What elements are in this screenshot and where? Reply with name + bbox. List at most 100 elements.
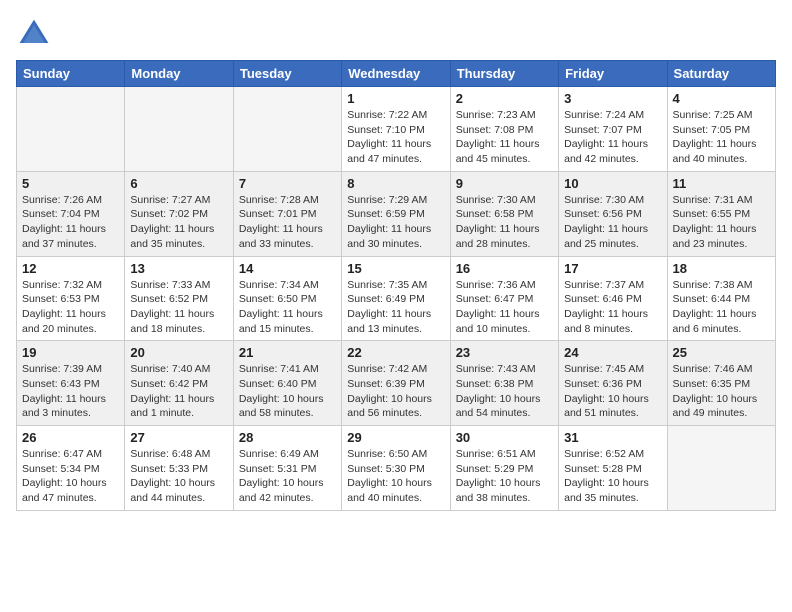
- table-row: 7 Sunrise: 7:28 AM Sunset: 7:01 PM Daylig…: [233, 171, 341, 256]
- table-row: 22Sunrise: 7:42 AM Sunset: 6:39 PM Dayli…: [342, 341, 450, 426]
- table-row: [233, 87, 341, 172]
- day-number: 26: [22, 430, 119, 445]
- day-info: Sunrise: 7:24 AM Sunset: 7:07 PM Dayligh…: [564, 108, 661, 167]
- day-number: 12: [22, 261, 119, 276]
- table-row: [667, 426, 775, 511]
- page-header: [16, 16, 776, 52]
- table-row: 17 Sunrise: 7:37 AM Sunset: 6:46 PM Dayli…: [559, 256, 667, 341]
- day-number: 24: [564, 345, 661, 360]
- day-info: Sunrise: 7:30 AM Sunset: 6:56 PM Dayligh…: [564, 193, 661, 252]
- table-row: 20 Sunrise: 7:40 AM Sunset: 6:42 PM Dayli…: [125, 341, 233, 426]
- day-info: Sunrise: 6:51 AM Sunset: 5:29 PM Dayligh…: [456, 447, 553, 506]
- day-info: Sunrise: 6:50 AM Sunset: 5:30 PM Dayligh…: [347, 447, 444, 506]
- calendar-week-4: 19 Sunrise: 7:39 AM Sunset: 6:43 PM Dayli…: [17, 341, 776, 426]
- table-row: 12Sunrise: 7:32 AM Sunset: 6:53 PM Dayli…: [17, 256, 125, 341]
- day-number: 19: [22, 345, 119, 360]
- day-number: 2: [456, 91, 553, 106]
- day-info: Sunrise: 7:28 AM Sunset: 7:01 PM Dayligh…: [239, 193, 336, 252]
- day-number: 30: [456, 430, 553, 445]
- table-row: 10 Sunrise: 7:30 AM Sunset: 6:56 PM Dayli…: [559, 171, 667, 256]
- table-row: 25 Sunrise: 7:46 AM Sunset: 6:35 PM Dayli…: [667, 341, 775, 426]
- day-number: 17: [564, 261, 661, 276]
- day-info: Sunrise: 7:23 AM Sunset: 7:08 PM Dayligh…: [456, 108, 553, 167]
- table-row: 6 Sunrise: 7:27 AM Sunset: 7:02 PM Daylig…: [125, 171, 233, 256]
- table-row: 11Sunrise: 7:31 AM Sunset: 6:55 PM Dayli…: [667, 171, 775, 256]
- day-number: 22: [347, 345, 444, 360]
- table-row: 24 Sunrise: 7:45 AM Sunset: 6:36 PM Dayli…: [559, 341, 667, 426]
- day-info: Sunrise: 6:47 AM Sunset: 5:34 PM Dayligh…: [22, 447, 119, 506]
- day-info: Sunrise: 6:49 AM Sunset: 5:31 PM Dayligh…: [239, 447, 336, 506]
- day-info: Sunrise: 7:36 AM Sunset: 6:47 PM Dayligh…: [456, 278, 553, 337]
- table-row: 4 Sunrise: 7:25 AM Sunset: 7:05 PM Daylig…: [667, 87, 775, 172]
- day-info: Sunrise: 7:45 AM Sunset: 6:36 PM Dayligh…: [564, 362, 661, 421]
- table-row: 30 Sunrise: 6:51 AM Sunset: 5:29 PM Dayli…: [450, 426, 558, 511]
- calendar-week-2: 5Sunrise: 7:26 AM Sunset: 7:04 PM Daylig…: [17, 171, 776, 256]
- day-info: Sunrise: 7:38 AM Sunset: 6:44 PM Dayligh…: [673, 278, 770, 337]
- day-number: 9: [456, 176, 553, 191]
- day-number: 3: [564, 91, 661, 106]
- table-row: 15 Sunrise: 7:35 AM Sunset: 6:49 PM Dayli…: [342, 256, 450, 341]
- logo: [16, 16, 56, 52]
- table-row: [125, 87, 233, 172]
- day-number: 6: [130, 176, 227, 191]
- calendar-header-row: SundayMondayTuesdayWednesdayThursdayFrid…: [17, 61, 776, 87]
- table-row: 27Sunrise: 6:48 AM Sunset: 5:33 PM Dayli…: [125, 426, 233, 511]
- day-info: Sunrise: 7:46 AM Sunset: 6:35 PM Dayligh…: [673, 362, 770, 421]
- table-row: 28 Sunrise: 6:49 AM Sunset: 5:31 PM Dayli…: [233, 426, 341, 511]
- header-day-wednesday: Wednesday: [342, 61, 450, 87]
- calendar-week-5: 26 Sunrise: 6:47 AM Sunset: 5:34 PM Dayli…: [17, 426, 776, 511]
- table-row: 14Sunrise: 7:34 AM Sunset: 6:50 PM Dayli…: [233, 256, 341, 341]
- day-number: 18: [673, 261, 770, 276]
- day-number: 31: [564, 430, 661, 445]
- table-row: 23 Sunrise: 7:43 AM Sunset: 6:38 PM Dayli…: [450, 341, 558, 426]
- table-row: 8 Sunrise: 7:29 AM Sunset: 6:59 PM Daylig…: [342, 171, 450, 256]
- logo-icon: [16, 16, 52, 52]
- day-number: 14: [239, 261, 336, 276]
- day-info: Sunrise: 7:40 AM Sunset: 6:42 PM Dayligh…: [130, 362, 227, 421]
- day-number: 23: [456, 345, 553, 360]
- day-number: 28: [239, 430, 336, 445]
- table-row: 2 Sunrise: 7:23 AM Sunset: 7:08 PM Daylig…: [450, 87, 558, 172]
- day-info: Sunrise: 7:35 AM Sunset: 6:49 PM Dayligh…: [347, 278, 444, 337]
- day-info: Sunrise: 7:26 AM Sunset: 7:04 PM Dayligh…: [22, 193, 119, 252]
- header-day-tuesday: Tuesday: [233, 61, 341, 87]
- day-number: 8: [347, 176, 444, 191]
- calendar-table: SundayMondayTuesdayWednesdayThursdayFrid…: [16, 60, 776, 511]
- day-number: 16: [456, 261, 553, 276]
- day-number: 25: [673, 345, 770, 360]
- day-number: 13: [130, 261, 227, 276]
- table-row: 19 Sunrise: 7:39 AM Sunset: 6:43 PM Dayli…: [17, 341, 125, 426]
- day-info: Sunrise: 7:27 AM Sunset: 7:02 PM Dayligh…: [130, 193, 227, 252]
- day-number: 7: [239, 176, 336, 191]
- table-row: 31Sunrise: 6:52 AM Sunset: 5:28 PM Dayli…: [559, 426, 667, 511]
- header-day-saturday: Saturday: [667, 61, 775, 87]
- table-row: 5Sunrise: 7:26 AM Sunset: 7:04 PM Daylig…: [17, 171, 125, 256]
- day-number: 15: [347, 261, 444, 276]
- table-row: 16 Sunrise: 7:36 AM Sunset: 6:47 PM Dayli…: [450, 256, 558, 341]
- day-number: 4: [673, 91, 770, 106]
- header-day-sunday: Sunday: [17, 61, 125, 87]
- day-info: Sunrise: 7:31 AM Sunset: 6:55 PM Dayligh…: [673, 193, 770, 252]
- table-row: 29Sunrise: 6:50 AM Sunset: 5:30 PM Dayli…: [342, 426, 450, 511]
- day-info: Sunrise: 7:37 AM Sunset: 6:46 PM Dayligh…: [564, 278, 661, 337]
- day-info: Sunrise: 7:41 AM Sunset: 6:40 PM Dayligh…: [239, 362, 336, 421]
- day-number: 10: [564, 176, 661, 191]
- day-number: 27: [130, 430, 227, 445]
- day-info: Sunrise: 7:39 AM Sunset: 6:43 PM Dayligh…: [22, 362, 119, 421]
- day-number: 1: [347, 91, 444, 106]
- table-row: [17, 87, 125, 172]
- day-info: Sunrise: 7:43 AM Sunset: 6:38 PM Dayligh…: [456, 362, 553, 421]
- day-number: 21: [239, 345, 336, 360]
- day-info: Sunrise: 7:29 AM Sunset: 6:59 PM Dayligh…: [347, 193, 444, 252]
- day-info: Sunrise: 7:25 AM Sunset: 7:05 PM Dayligh…: [673, 108, 770, 167]
- header-day-thursday: Thursday: [450, 61, 558, 87]
- day-info: Sunrise: 7:33 AM Sunset: 6:52 PM Dayligh…: [130, 278, 227, 337]
- day-info: Sunrise: 7:22 AM Sunset: 7:10 PM Dayligh…: [347, 108, 444, 167]
- table-row: 26 Sunrise: 6:47 AM Sunset: 5:34 PM Dayli…: [17, 426, 125, 511]
- day-number: 20: [130, 345, 227, 360]
- header-day-monday: Monday: [125, 61, 233, 87]
- table-row: 1 Sunrise: 7:22 AM Sunset: 7:10 PM Daylig…: [342, 87, 450, 172]
- calendar-week-1: 1 Sunrise: 7:22 AM Sunset: 7:10 PM Daylig…: [17, 87, 776, 172]
- calendar-week-3: 12Sunrise: 7:32 AM Sunset: 6:53 PM Dayli…: [17, 256, 776, 341]
- table-row: 21 Sunrise: 7:41 AM Sunset: 6:40 PM Dayli…: [233, 341, 341, 426]
